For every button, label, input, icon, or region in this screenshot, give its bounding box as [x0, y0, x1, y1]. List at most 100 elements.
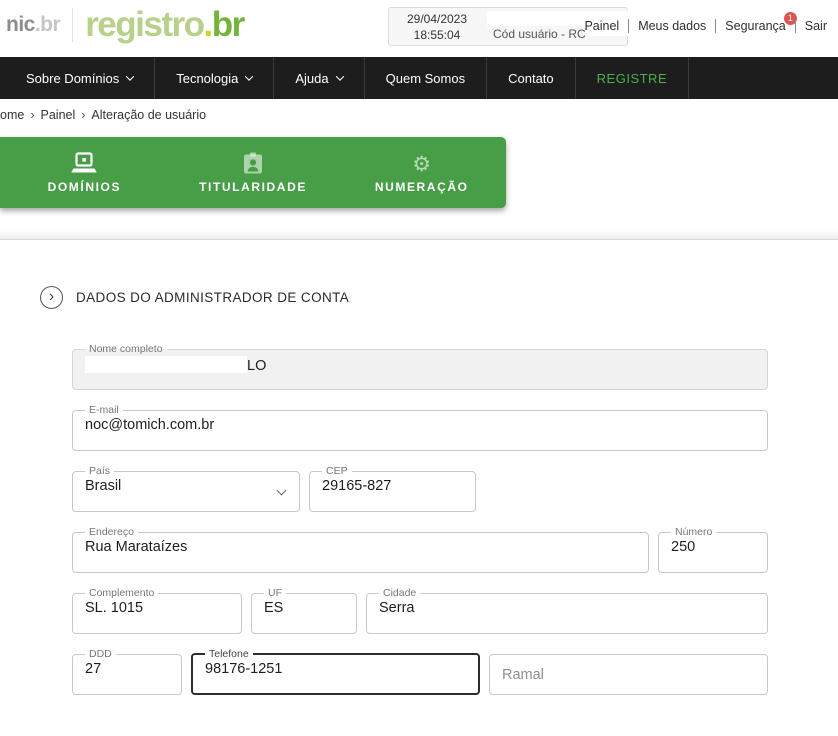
- form-row: País Brasil CEP 29165-827: [72, 465, 768, 512]
- telefone-field[interactable]: Telefone 98176-1251: [191, 648, 480, 695]
- nav-label: Ajuda: [295, 70, 329, 86]
- pais-value: Brasil: [85, 478, 122, 494]
- numero-field[interactable]: Número 250: [658, 526, 768, 573]
- user-code-label: Cód usuário - RC: [493, 27, 586, 41]
- expand-chevron-icon[interactable]: ›: [40, 286, 63, 309]
- account-admin-form: Nome completo LO E-mail noc@tomich.com.b…: [72, 343, 768, 695]
- link-painel[interactable]: Painel: [575, 19, 628, 33]
- complemento-label: Complemento: [89, 587, 155, 599]
- nome-completo-value: LO: [85, 356, 755, 374]
- nav-label: Contato: [508, 70, 554, 86]
- session-date: 29/04/2023: [406, 12, 468, 26]
- chevron-down-icon: [245, 72, 254, 81]
- cep-field[interactable]: CEP 29165-827: [309, 465, 476, 512]
- logo-dot: .: [203, 5, 214, 44]
- email-label: E-mail: [89, 404, 119, 416]
- registrobr-logo[interactable]: registro.br: [85, 5, 246, 45]
- tab-label: DOMÍNIOS: [47, 180, 122, 194]
- form-row: Endereço Rua Marataízes Número 250: [72, 526, 768, 573]
- registro-o-text: o: [183, 5, 205, 44]
- ramal-field[interactable]: Ramal: [489, 654, 768, 695]
- tab-dominios[interactable]: DOMÍNIOS: [0, 137, 169, 208]
- chevron-down-icon: [335, 72, 344, 81]
- section-title: DADOS DO ADMINISTRADOR DE CONTA: [76, 290, 350, 305]
- nome-visible-text: LO: [247, 358, 267, 374]
- form-row: Complemento SL. 1015 UF ES Cidade Serra: [72, 587, 768, 634]
- nav-tecnologia[interactable]: Tecnologia: [155, 57, 275, 99]
- nav-quem-somos[interactable]: Quem Somos: [365, 57, 488, 99]
- endereco-value: Rua Marataízes: [85, 539, 188, 555]
- section-header: › DADOS DO ADMINISTRADOR DE CONTA: [40, 286, 838, 309]
- telefone-value: 98176-1251: [205, 661, 283, 677]
- gear-icon: ⚙: [412, 152, 432, 176]
- section-divider: [0, 230, 838, 240]
- form-row: E-mail noc@tomich.com.br: [72, 404, 768, 451]
- form-row: Nome completo LO: [72, 343, 768, 390]
- breadcrumb-painel[interactable]: Painel: [41, 108, 76, 122]
- telefone-label: Telefone: [209, 648, 249, 660]
- top-header: nic.br registro.br 29/04/2023 18:55:04 C…: [0, 0, 838, 57]
- cidade-field[interactable]: Cidade Serra: [366, 587, 768, 634]
- nome-completo-field: Nome completo LO: [72, 343, 768, 390]
- uf-label: UF: [268, 587, 282, 599]
- nav-registre[interactable]: REGISTRE: [576, 57, 690, 99]
- pais-label: País: [89, 465, 111, 477]
- complemento-value: SL. 1015: [85, 600, 144, 616]
- ddd-field[interactable]: DDD 27: [72, 648, 182, 695]
- email-field[interactable]: E-mail noc@tomich.com.br: [72, 404, 768, 451]
- nav-label: Sobre Domínios: [26, 70, 120, 86]
- logo-divider: [72, 8, 74, 42]
- uf-value: ES: [264, 600, 284, 616]
- nav-label: REGISTRE: [596, 70, 668, 86]
- link-seguranca-label: Segurança: [725, 19, 786, 33]
- ddd-label: DDD: [89, 648, 112, 660]
- breadcrumb: ome › Painel › Alteração de usuário: [0, 108, 838, 122]
- session-datetime: 29/04/2023 18:55:04: [389, 8, 485, 45]
- session-time: 18:55:04: [413, 27, 461, 42]
- nav-label: Quem Somos: [385, 70, 466, 86]
- breadcrumb-separator: ›: [30, 108, 35, 122]
- uf-field[interactable]: UF ES: [251, 587, 357, 634]
- registro-br-text: br: [211, 5, 246, 44]
- registro-text: registr: [85, 5, 185, 44]
- numero-value: 250: [671, 539, 696, 555]
- nav-contato[interactable]: Contato: [487, 57, 576, 99]
- laptop-icon: [70, 151, 98, 175]
- complemento-field[interactable]: Complemento SL. 1015: [72, 587, 242, 634]
- nav-sobre-dominios[interactable]: Sobre Domínios: [0, 57, 156, 99]
- endereco-field[interactable]: Endereço Rua Marataízes: [72, 526, 649, 573]
- tab-numeracao[interactable]: ⚙ NUMERAÇÃO: [337, 137, 506, 208]
- pais-select[interactable]: País Brasil: [72, 465, 300, 512]
- breadcrumb-home[interactable]: ome: [0, 108, 24, 122]
- tab-label: NUMERAÇÃO: [374, 180, 469, 194]
- nicbr-logo[interactable]: nic.br: [6, 13, 61, 37]
- breadcrumb-current: Alteração de usuário: [91, 108, 207, 122]
- tab-label: TITULARIDADE: [199, 180, 307, 194]
- cep-label: CEP: [326, 465, 348, 477]
- nic-suffix-text: .br: [34, 13, 61, 36]
- email-value: noc@tomich.com.br: [85, 417, 215, 433]
- chevron-down-icon: [125, 72, 135, 81]
- id-badge-icon: [243, 151, 263, 175]
- breadcrumb-separator: ›: [81, 108, 86, 122]
- link-meus-dados[interactable]: Meus dados: [628, 19, 715, 33]
- account-tabbar: DOMÍNIOS TITULARIDADE ⚙ NUMERAÇÃO: [0, 137, 506, 208]
- logo-area: nic.br registro.br: [6, 5, 246, 45]
- nav-label: Tecnologia: [176, 70, 239, 86]
- form-row: DDD 27 Telefone 98176-1251 Ramal: [72, 648, 768, 695]
- main-navigation: Sobre Domínios Tecnologia Ajuda Quem Som…: [0, 57, 838, 99]
- endereco-label: Endereço: [89, 526, 134, 538]
- numero-label: Número: [675, 526, 713, 538]
- chevron-right-glyph: ›: [48, 287, 55, 305]
- nic-text: nic: [6, 13, 35, 36]
- cidade-value: Serra: [379, 600, 415, 616]
- account-links: Painel Meus dados Segurança 1 Sair: [575, 12, 836, 33]
- redaction: [85, 356, 247, 373]
- cep-value: 29165-827: [322, 478, 392, 494]
- nav-ajuda[interactable]: Ajuda: [274, 57, 365, 99]
- nome-completo-label: Nome completo: [89, 343, 163, 355]
- tab-titularidade[interactable]: TITULARIDADE: [169, 137, 338, 208]
- link-sair[interactable]: Sair: [794, 19, 836, 33]
- ddd-value: 27: [85, 661, 102, 677]
- link-seguranca[interactable]: Segurança 1: [715, 12, 797, 33]
